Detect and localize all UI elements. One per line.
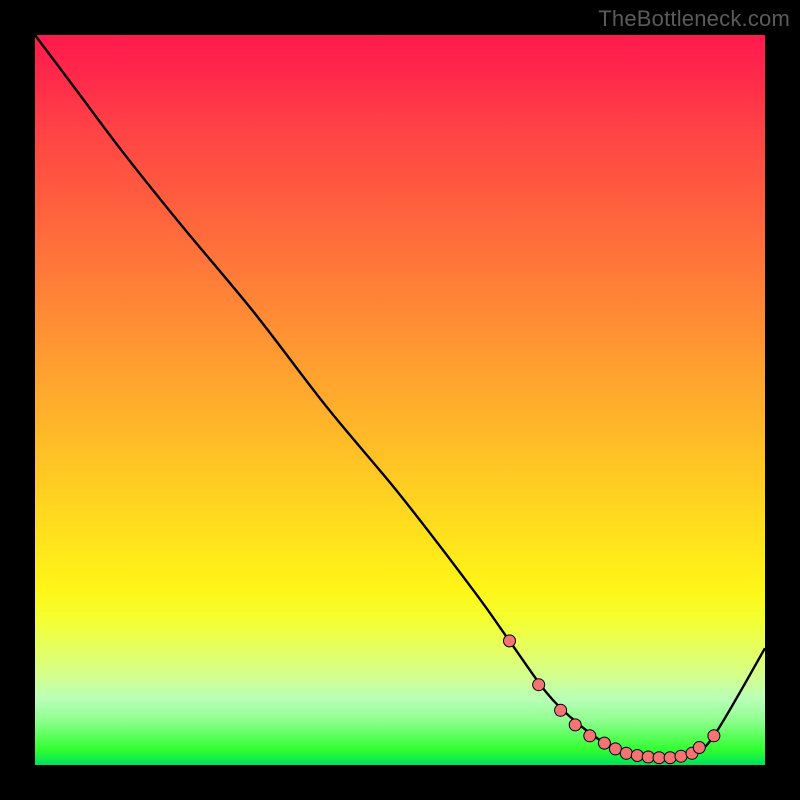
highlight-dot bbox=[664, 752, 676, 764]
highlight-dot bbox=[609, 743, 621, 755]
highlight-dot bbox=[642, 751, 654, 763]
highlight-dot bbox=[598, 737, 610, 749]
chart-overlay bbox=[35, 35, 765, 765]
chart-frame: TheBottleneck.com bbox=[0, 0, 800, 800]
highlight-dot bbox=[504, 635, 516, 647]
highlight-dot bbox=[620, 747, 632, 759]
highlight-dots-group bbox=[504, 635, 720, 764]
highlight-dot bbox=[569, 719, 581, 731]
highlight-dot bbox=[708, 730, 720, 742]
watermark-text: TheBottleneck.com bbox=[598, 6, 790, 32]
highlight-dot bbox=[584, 730, 596, 742]
bottleneck-curve bbox=[35, 35, 765, 758]
highlight-dot bbox=[675, 750, 687, 762]
highlight-dot bbox=[533, 679, 545, 691]
highlight-dot bbox=[555, 704, 567, 716]
highlight-dot bbox=[653, 752, 665, 764]
highlight-dot bbox=[631, 750, 643, 762]
highlight-dot bbox=[693, 742, 705, 754]
